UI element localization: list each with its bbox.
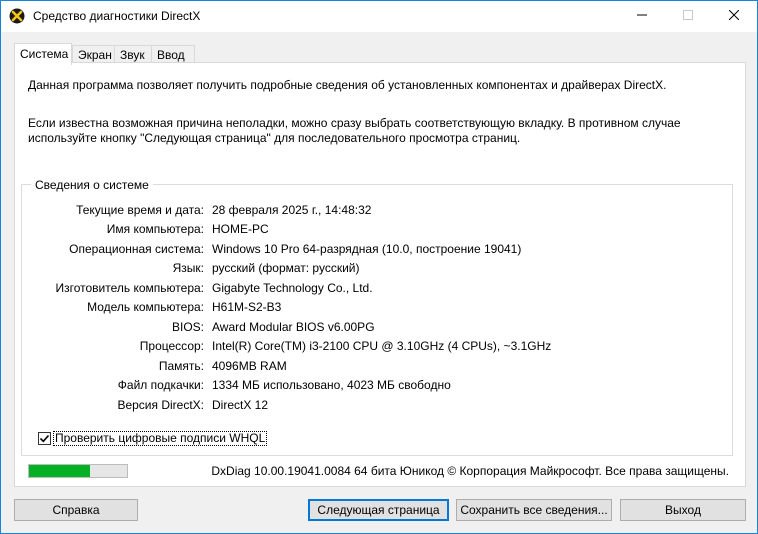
help-button-label: Справка: [52, 503, 100, 517]
save-all-info-button-label: Сохранить все сведения...: [460, 503, 608, 517]
whql-checkbox-label[interactable]: Проверить цифровые подписи WHQL: [53, 431, 268, 446]
directx-app-icon: [9, 8, 25, 24]
close-icon: [728, 9, 740, 23]
info-label: Модель компьютера:: [87, 300, 204, 314]
close-button[interactable]: [711, 1, 757, 31]
info-label: Изготовитель компьютера:: [55, 281, 205, 295]
info-label: Версия DirectX:: [117, 398, 204, 412]
exit-button-label: Выход: [665, 503, 701, 517]
title-bar[interactable]: Средство диагностики DirectX: [1, 1, 757, 32]
info-value: H61M-S2-B3: [212, 300, 282, 314]
window-title: Средство диагностики DirectX: [33, 9, 201, 23]
info-row-datetime: Текущие время и дата: 28 февраля 2025 г.…: [1, 203, 758, 218]
info-row-model: Модель компьютера: H61M-S2-B3: [1, 300, 758, 315]
info-label: BIOS:: [171, 320, 204, 334]
info-value: Intel(R) Core(TM) i3-2100 CPU @ 3.10GHz …: [212, 339, 552, 353]
minimize-button[interactable]: [619, 1, 665, 31]
info-row-bios: BIOS: Award Modular BIOS v6.00PG: [1, 320, 758, 335]
info-label: Имя компьютера:: [106, 222, 204, 236]
info-row-language: Язык: русский (формат: русский): [1, 261, 758, 276]
dxdiag-window: Средство диагностики DirectX Система Экр…: [0, 0, 758, 534]
info-value: русский (формат: русский): [212, 261, 360, 275]
info-value: Award Modular BIOS v6.00PG: [212, 320, 375, 334]
info-label: Процессор:: [139, 339, 204, 353]
save-all-info-button[interactable]: Сохранить все сведения...: [456, 499, 612, 521]
info-row-memory: Память: 4096MB RAM: [1, 359, 758, 374]
intro-text-1: Данная программа позволяет получить подр…: [28, 78, 667, 92]
info-value: 4096MB RAM: [212, 359, 287, 373]
info-value: HOME-PC: [212, 222, 269, 236]
tab-system[interactable]: Система: [14, 43, 72, 65]
info-label: Текущие время и дата:: [76, 203, 204, 217]
intro-text-2: Если известна возможная причина неполадк…: [28, 116, 681, 145]
copyright-text: DxDiag 10.00.19041.0084 64 бита Юникод ©…: [211, 464, 729, 478]
minimize-icon: [637, 9, 647, 23]
info-value: 28 февраля 2025 г., 14:48:32: [212, 203, 372, 217]
next-page-button[interactable]: Следующая страница: [308, 499, 449, 521]
info-value: Gigabyte Technology Co., Ltd.: [212, 281, 373, 295]
info-row-computer-name: Имя компьютера: HOME-PC: [1, 222, 758, 237]
info-label: Операционная система:: [69, 242, 204, 256]
info-row-manufacturer: Изготовитель компьютера: Gigabyte Techno…: [1, 281, 758, 296]
system-info-group-label: Сведения о системе: [31, 178, 153, 192]
progress-fill: [29, 465, 90, 477]
info-label: Файл подкачки:: [117, 378, 204, 392]
info-value: 1334 МБ использовано, 4023 МБ свободно: [212, 378, 451, 392]
info-row-processor: Процессор: Intel(R) Core(TM) i3-2100 CPU…: [1, 339, 758, 354]
maximize-button: [665, 1, 711, 31]
progress-bar: [28, 464, 128, 478]
whql-checkbox[interactable]: [38, 432, 51, 445]
info-label: Язык:: [172, 261, 204, 275]
info-label: Память:: [158, 359, 204, 373]
info-value: DirectX 12: [212, 398, 269, 412]
info-value: Windows 10 Pro 64-разрядная (10.0, постр…: [212, 242, 522, 256]
info-row-pagefile: Файл подкачки: 1334 МБ использовано, 402…: [1, 378, 758, 393]
maximize-icon: [683, 9, 693, 23]
checkmark-icon: [39, 433, 50, 444]
help-button[interactable]: Справка: [14, 499, 138, 521]
exit-button[interactable]: Выход: [620, 499, 746, 521]
info-row-directx-version: Версия DirectX: DirectX 12: [1, 398, 758, 413]
next-page-button-label: Следующая страница: [317, 503, 440, 517]
info-row-os: Операционная система: Windows 10 Pro 64-…: [1, 242, 758, 257]
